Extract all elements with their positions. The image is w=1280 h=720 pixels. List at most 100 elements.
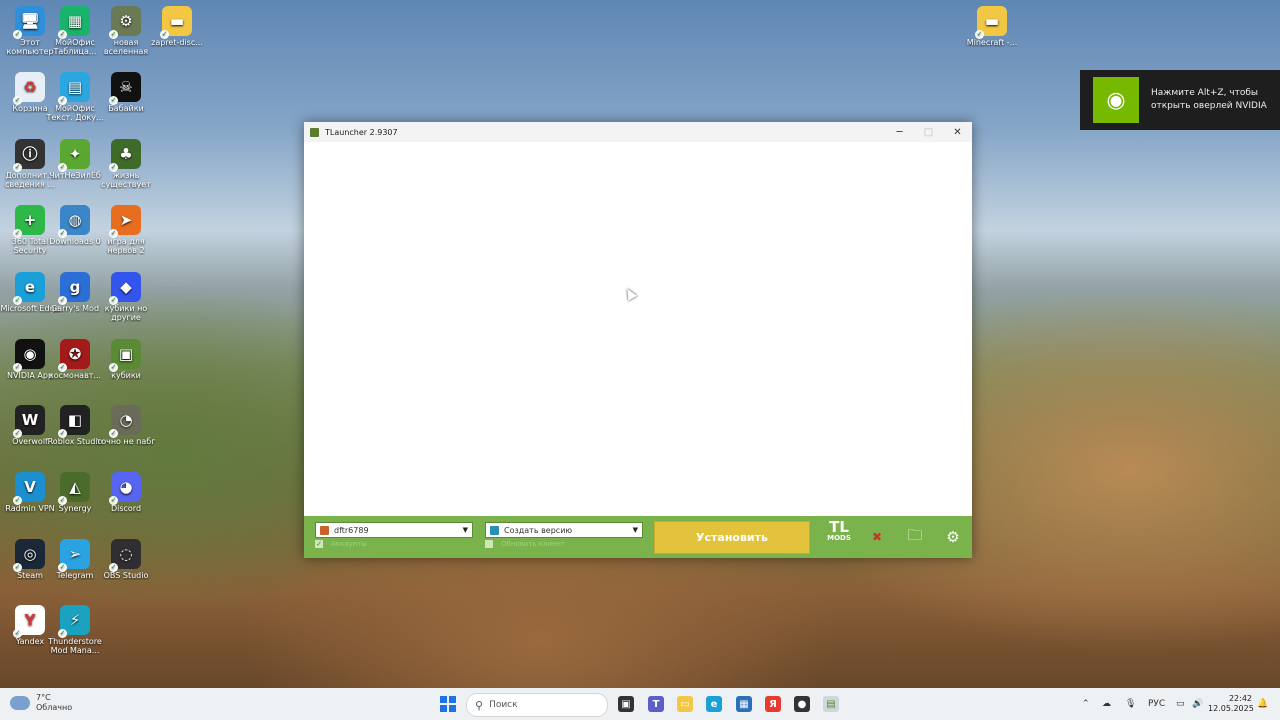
desktop-icon-label: Discord	[110, 504, 142, 513]
notification-bell-icon[interactable]: 🔔	[1257, 688, 1268, 720]
desktop-icon-label: Бабайки	[108, 104, 144, 113]
obs-icon: ◌	[109, 539, 141, 572]
tlauncher-window: TLauncher 2.9307 ─ □ ✕ dftr6789 ▼ ✓ Акка…	[304, 122, 972, 558]
gear-game-icon: ⚙	[109, 6, 141, 39]
task-view-icon[interactable]: ▣	[618, 696, 634, 712]
nvidia-icon: ◉	[1093, 77, 1139, 123]
chevron-down-icon: ▼	[462, 526, 468, 534]
checkbox-check-icon: ✓	[315, 540, 323, 548]
cloud-icon	[10, 696, 30, 710]
desktop-icon-30[interactable]: ▬Minecraft -...	[962, 6, 1022, 47]
document-icon: ▤	[58, 72, 90, 105]
desktop-icon-29[interactable]: ⚡Thunderstore Mod Mana...	[45, 605, 105, 655]
tl-version-icon	[490, 525, 499, 535]
desktop-icon-24[interactable]: ◕Discord	[96, 472, 156, 513]
version-select[interactable]: Создать версию ▼	[485, 522, 643, 538]
search-placeholder: Поиск	[489, 700, 518, 710]
cosmonaut-game-icon: ✪	[58, 339, 90, 372]
tlauncher-app-icon	[310, 127, 319, 137]
overwolf-icon: W	[13, 405, 45, 438]
horror-game-icon: ☠	[109, 72, 141, 105]
edge-icon: e	[13, 272, 45, 305]
puzzle-game-icon: ✦	[58, 139, 90, 172]
checkbox-box	[485, 540, 493, 548]
desktop-icon-12[interactable]: ➤игра для нервов 2	[96, 205, 156, 255]
desktop-icon-label: OBS Studio	[103, 571, 149, 580]
launcher-content-area	[304, 142, 972, 516]
folder-icon[interactable]: 🗀	[904, 526, 926, 548]
weather-desc: Облачно	[36, 703, 73, 712]
account-icon	[320, 525, 329, 535]
desktop-icon-3[interactable]: ▬zapret-disc...	[147, 6, 207, 47]
thunderstore-icon: ⚡	[58, 605, 90, 638]
update-client-checkbox[interactable]: Обновить клиент	[485, 540, 565, 548]
computer-icon: 🖥	[13, 6, 45, 39]
minimize-button[interactable]: ─	[885, 122, 914, 142]
edge-icon[interactable]: e	[706, 696, 722, 712]
synergy-icon: ◭	[58, 472, 90, 505]
desktop-icon-label: кубики	[111, 371, 141, 380]
update-client-label: Обновить клиент	[501, 540, 566, 548]
start-button[interactable]	[440, 696, 456, 712]
desktop-icon-label: точно не пабг	[96, 437, 156, 446]
game-app-icon[interactable]: ●	[794, 696, 810, 712]
title-bar[interactable]: TLauncher 2.9307 ─ □ ✕	[304, 122, 972, 142]
close-x-icon[interactable]: ✖	[866, 526, 888, 548]
tl-mods-button[interactable]: TL MODS	[824, 520, 854, 554]
accounts-checkbox-label: Аккаунты	[331, 540, 367, 548]
launcher-bottom-bar: dftr6789 ▼ ✓ Аккаунты Создать версию ▼ О…	[304, 516, 972, 558]
taskbar-search[interactable]: ⚲ Поиск	[466, 693, 608, 717]
folder-icon: ▬	[160, 6, 192, 39]
version-value: Создать версию	[504, 525, 573, 535]
accounts-checkbox[interactable]: ✓ Аккаунты	[315, 540, 367, 548]
close-button[interactable]: ✕	[943, 122, 972, 142]
store-icon[interactable]: ▦	[736, 696, 752, 712]
desktop-icon-label: игра для нервов 2	[107, 237, 145, 255]
account-value: dftr6789	[334, 525, 369, 535]
telegram-icon: ➢	[58, 539, 90, 572]
desktop-icon-label: Thunderstore Mod Mana...	[48, 637, 102, 655]
desktop-icon-15[interactable]: ◆кубики но другие	[96, 272, 156, 322]
chevron-down-icon: ▼	[632, 526, 638, 534]
microphone-icon[interactable]: 🎙	[1125, 688, 1136, 720]
weather-widget[interactable]: 7°C Облачно	[10, 693, 72, 713]
desktop-icon-6[interactable]: ☠Бабайки	[96, 72, 156, 113]
desktop-icon-27[interactable]: ◌OBS Studio	[96, 539, 156, 580]
desktop-icon-label: кубики но другие	[104, 304, 148, 322]
window-title: TLauncher 2.9307	[325, 127, 398, 137]
minecraft-icon: ▣	[109, 339, 141, 372]
teams-icon[interactable]: T	[648, 696, 664, 712]
desktop-icon-label: zapret-disc...	[151, 38, 203, 47]
nvidia-overlay-notification[interactable]: ◉ Нажмите Alt+Z, чтобы открыть оверлей N…	[1080, 70, 1280, 130]
runner-game-icon: ➤	[109, 205, 141, 238]
network-icon[interactable]: ▭	[1176, 688, 1185, 720]
file-explorer-icon[interactable]: ▭	[677, 696, 693, 712]
yandex-browser-icon[interactable]: Я	[765, 696, 781, 712]
clock[interactable]: 22:42 12.05.2025	[1208, 694, 1254, 714]
recycle-bin-icon: ♻	[13, 72, 45, 105]
language-indicator[interactable]: РУС	[1148, 688, 1165, 720]
gmod-icon: g	[58, 272, 90, 305]
roblox-studio-icon: ◧	[58, 405, 90, 438]
desktop-icon-label: Minecraft -...	[966, 38, 1018, 47]
cloud-sync-icon[interactable]: ☁	[1102, 688, 1111, 720]
desktop-icon-21[interactable]: ◔точно не пабг	[96, 405, 156, 446]
yandex-icon: Y	[13, 605, 45, 638]
maximize-button[interactable]: □	[914, 122, 943, 142]
nvidia-icon: ◉	[13, 339, 45, 372]
settings-gear-icon[interactable]: ⚙	[942, 526, 964, 548]
desktop-icon-9[interactable]: ♣жизнь существует	[96, 139, 156, 189]
clock-time: 22:42	[1228, 694, 1252, 703]
tlauncher-taskbar-icon[interactable]: ▤	[823, 696, 839, 712]
discord-icon: ◕	[109, 472, 141, 505]
security-icon: +	[13, 205, 45, 238]
globe-icon: ◍	[58, 205, 90, 238]
vpn-icon: V	[13, 472, 45, 505]
nvidia-notification-text: Нажмите Alt+Z, чтобы открыть оверлей NVI…	[1151, 88, 1267, 111]
desktop-icon-18[interactable]: ▣кубики	[96, 339, 156, 380]
account-select[interactable]: dftr6789 ▼	[315, 522, 473, 538]
volume-icon[interactable]: 🔊	[1192, 688, 1203, 720]
tray-chevron-up-icon[interactable]: ⌃	[1082, 688, 1090, 720]
spreadsheet-icon: ▦	[58, 6, 90, 39]
install-button[interactable]: Установить	[654, 521, 810, 554]
